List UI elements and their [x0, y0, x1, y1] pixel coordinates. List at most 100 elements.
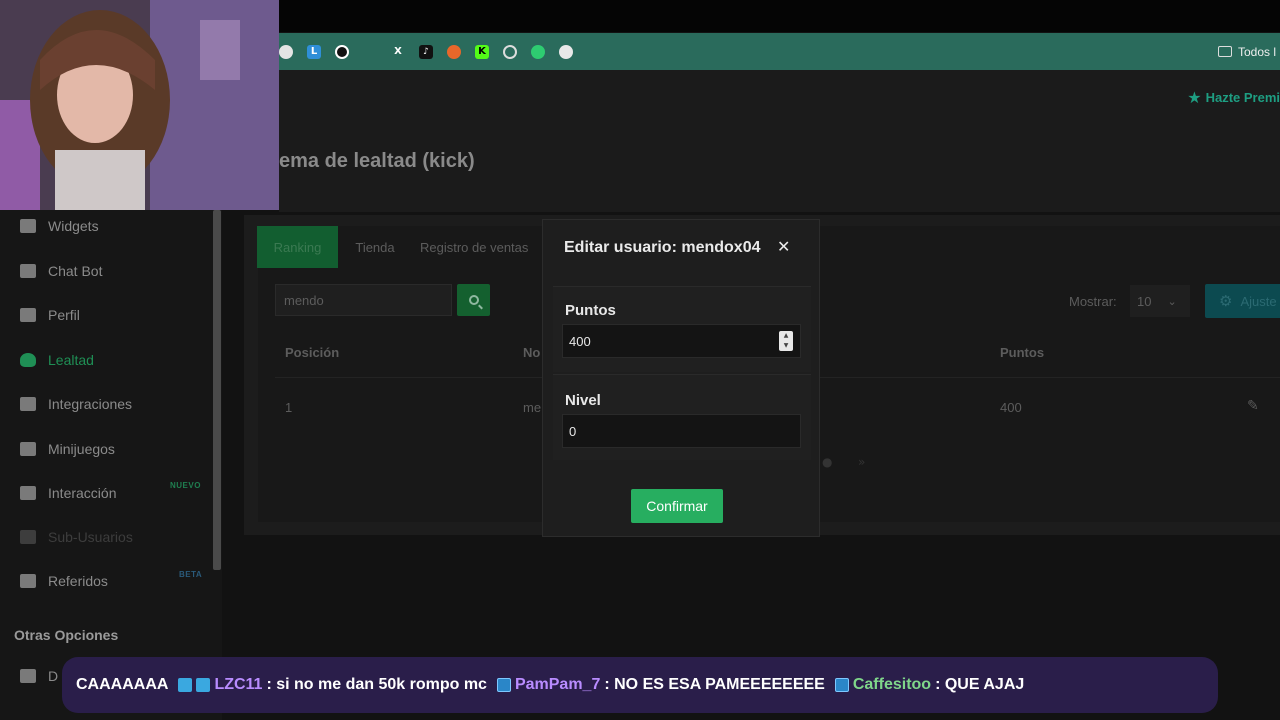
sidebar-item-label: D: [48, 668, 59, 684]
store-icon: [20, 669, 36, 683]
globe-icon[interactable]: [559, 44, 573, 59]
beta-badge: BETA: [179, 570, 203, 579]
sidebar-item-widgets[interactable]: Widgets: [20, 218, 99, 234]
spinner-up-icon[interactable]: ▲: [784, 333, 789, 339]
l-icon-label: L: [310, 46, 318, 57]
search-input[interactable]: mendo: [275, 284, 452, 316]
sidebar-scrollbar[interactable]: [213, 210, 221, 570]
music-icon: [20, 486, 36, 500]
table-cell-puntos: 400: [1000, 400, 1022, 415]
grid-badge-icon: [196, 678, 211, 692]
mostrar-label: Mostrar:: [1069, 294, 1117, 309]
sidebar-section-title: Otras Opciones: [14, 627, 119, 643]
new-badge: NUEVO: [170, 481, 201, 490]
bookmarks-bar: L X ♪ K Todos l: [279, 33, 1280, 70]
table-cell-posicion: 1: [285, 400, 293, 415]
badge-icon: [496, 678, 511, 692]
streamer-webcam-image: [0, 0, 279, 210]
cube-badge-icon: [178, 678, 193, 692]
trophy-icon: [20, 353, 36, 367]
tab-ranking[interactable]: Ranking: [257, 226, 338, 268]
star-icon: ★: [1187, 88, 1202, 107]
kick-icon[interactable]: K: [475, 44, 489, 59]
tab-tienda[interactable]: Tienda: [345, 226, 405, 268]
settings-button[interactable]: ⚙ Ajuste: [1205, 284, 1280, 318]
ticker-username: LZC11: [214, 676, 263, 693]
chevron-down-icon: ⌄: [1167, 294, 1177, 308]
badge-icon: [834, 678, 849, 692]
page-header: [279, 70, 1280, 212]
bookmark-folder[interactable]: Todos l: [1217, 33, 1280, 70]
sidebar-item-label: Chat Bot: [48, 263, 103, 279]
modal-title: Editar usuario: mendox04: [564, 239, 761, 256]
grid-icon: [20, 219, 36, 233]
users-icon: [20, 530, 36, 544]
sidebar-item-sub-usuarios[interactable]: Sub-Usuarios: [20, 529, 133, 545]
nivel-label: Nivel: [565, 392, 601, 409]
plug-icon: [20, 397, 36, 411]
circle-icon[interactable]: [335, 44, 349, 59]
column-header-posicion: Posición: [285, 345, 340, 360]
robot-icon: [20, 264, 36, 278]
sidebar-item-label: Widgets: [48, 218, 99, 234]
sidebar-item-lealtad[interactable]: Lealtad: [20, 352, 94, 368]
ticker-message-text: CAAAAAAA: [76, 676, 169, 693]
page-title: ema de lealtad (kick): [279, 150, 475, 172]
puntos-input[interactable]: [562, 324, 801, 358]
search-icon: [468, 295, 479, 305]
pagination-current[interactable]: ●: [822, 455, 832, 469]
x-icon[interactable]: X: [391, 45, 405, 59]
nivel-input[interactable]: [562, 414, 801, 448]
sidebar-item-interaccion[interactable]: Interacción: [20, 485, 116, 501]
page-size-select[interactable]: 10 ⌄: [1130, 285, 1190, 317]
sidebar-item-perfil[interactable]: Perfil: [20, 307, 80, 323]
sidebar-item-partial[interactable]: D: [20, 668, 58, 684]
openai-icon[interactable]: [503, 44, 517, 59]
spinner-down-icon[interactable]: ▼: [784, 343, 789, 349]
tab-registro-ventas[interactable]: Registro de ventas: [420, 226, 550, 268]
premium-link[interactable]: ★ Hazte Premi: [1187, 88, 1280, 107]
page-size-value: 10: [1137, 293, 1152, 309]
sidebar-item-chat-bot[interactable]: Chat Bot: [20, 263, 102, 279]
gear-icon: ⚙: [1219, 292, 1233, 310]
sidebar-item-label: Integraciones: [48, 396, 133, 412]
table-cell-nombre: me: [523, 400, 542, 415]
sidebar-item-minijuegos[interactable]: Minijuegos: [20, 441, 115, 457]
green-h-icon[interactable]: [531, 44, 545, 59]
sidebar-item-label: Sub-Usuarios: [48, 529, 133, 545]
confirm-button[interactable]: Confirmar: [631, 489, 723, 523]
column-header-puntos: Puntos: [1000, 345, 1045, 360]
premium-label: Hazte Premi: [1205, 90, 1280, 105]
pagination-last-icon[interactable]: »: [858, 455, 865, 469]
ticker-username: PamPam_7: [514, 676, 601, 693]
sidebar-item-integraciones[interactable]: Integraciones: [20, 396, 132, 412]
orange-circle-icon[interactable]: [447, 44, 461, 59]
sidebar-item-label: Minijuegos: [48, 441, 115, 457]
ticker-username: Caffesitoo: [852, 676, 932, 693]
reddit-icon[interactable]: [279, 44, 293, 59]
tiktok-icon[interactable]: ♪: [419, 44, 433, 59]
sidebar-item-label: Referidos: [48, 573, 108, 589]
bookmark-folder-label: Todos l: [1237, 44, 1276, 59]
number-spinner[interactable]: ▲ ▼: [779, 331, 793, 351]
settings-button-label: Ajuste: [1240, 293, 1277, 309]
referral-icon: [20, 574, 36, 588]
l-icon[interactable]: L: [307, 44, 321, 59]
sidebar-item-label: Lealtad: [48, 352, 94, 368]
folder-icon: [1217, 46, 1232, 57]
close-icon[interactable]: ✕: [777, 237, 790, 256]
sidebar-item-referidos[interactable]: Referidos: [20, 573, 108, 589]
sidebar-item-label: Interacción: [48, 485, 117, 501]
id-card-icon: [20, 308, 36, 322]
ticker-message-text: : QUE AJAJ: [935, 676, 1025, 693]
ticker-message-text: : si no me dan 50k rompo mc: [266, 676, 487, 693]
sidebar-item-label: Perfil: [48, 307, 80, 323]
ticker-message-text: : NO ES ESA PAMEEEEEEEE: [604, 676, 825, 693]
blank-bookmark-icon[interactable]: [363, 45, 377, 59]
edit-icon[interactable]: ✎: [1247, 398, 1259, 414]
column-header-nombre: No: [523, 345, 541, 360]
webcam-overlay: [0, 0, 279, 210]
search-button[interactable]: [457, 284, 490, 316]
sidebar: [0, 210, 222, 720]
kick-icon-label: K: [478, 46, 486, 57]
